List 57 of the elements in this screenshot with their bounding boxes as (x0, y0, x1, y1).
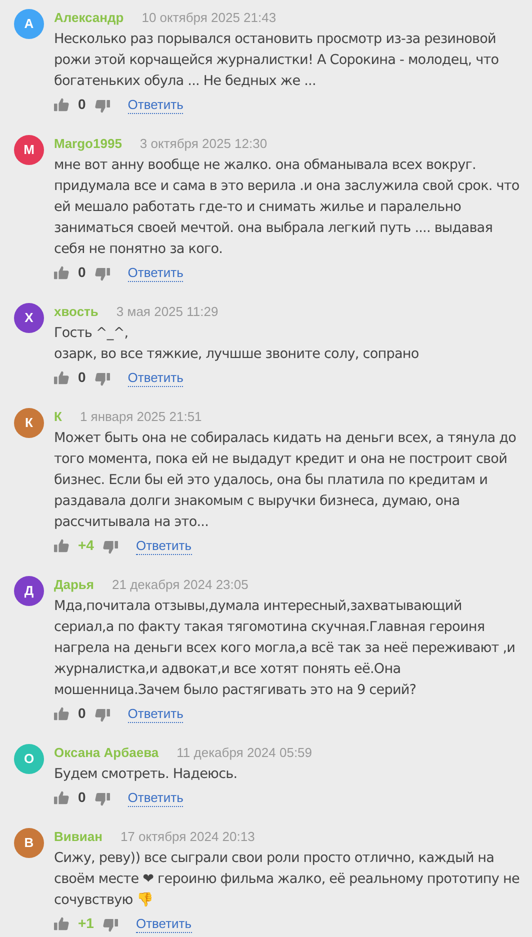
comment-date: 3 мая 2025 11:29 (116, 303, 218, 321)
vote-count: 0 (78, 704, 86, 722)
comment-text: мне вот анну вообще не жалко. она обманывала всех вокруг. придумала все и сама в это верила .и она заслужила свой срок. что ей мешало работать где-то и снимать жилье и паралельно заниматься своей мечтой. она выбрала легкий путь .... выдавая себя не понятно за кого. (54, 156, 520, 259)
reply-link[interactable]: Ответить (128, 96, 184, 114)
author-name: Дарья (54, 576, 94, 594)
comment-date: 11 декабря 2024 05:59 (176, 744, 312, 762)
thumbs-down-icon[interactable] (94, 98, 110, 114)
author-name: Margo1995 (54, 135, 122, 153)
reply-link[interactable]: Ответить (128, 790, 184, 806)
thumbs-down-icon[interactable] (94, 266, 110, 282)
author-name: хвость (54, 303, 98, 321)
vote-count: 0 (78, 368, 86, 386)
author-name: Александр (54, 9, 124, 27)
reply-link[interactable]: Ответить (128, 264, 184, 282)
author-name: К (54, 408, 62, 426)
comment-text: Гость ^_^, (54, 324, 130, 343)
thumbs-down-icon[interactable] (94, 792, 110, 806)
avatar: А (14, 9, 44, 39)
comment-text: Несколько раз порывался остановить просмотр из-за резиновой рожи этой корчащейся журналистки! А Сорокина - молодец, что богатеньких обула ... Не бедных же ... (54, 30, 500, 91)
thumbs-up-icon[interactable] (54, 370, 69, 384)
comment-text: Мда,почитала отзывы,думала интересный,захватывающий сериал,а по факту такая тягомотина скучная.Главная героиня нагрела на деньги всех кого могла,а всё так за неё переживают ,и журналистка,и адвокат,и все хотят понять её.Она мошенница.Зачем было растягивать это на 9 серий? (54, 597, 516, 700)
comment-text: Может быть она не собиралась кидать на деньги всех, а тянула до того момента, пока ей не выдадут кредит и она не построит свой бизнес. Если бы ей это удалось, она бы платила по кредитам и раздавала долги знакомым с выручки бизнеса, думаю, она рассчитывала на это... (54, 429, 518, 532)
avatar: Х (14, 303, 44, 333)
avatar: К (14, 408, 44, 438)
comment-date: 21 декабря 2024 23:05 (112, 576, 248, 594)
reply-link[interactable]: Ответить (136, 538, 192, 554)
comment-date: 1 января 2025 21:51 (80, 408, 202, 426)
avatar: M (14, 135, 44, 165)
vote-count: 0 (78, 262, 86, 282)
thumbs-up-icon[interactable] (54, 706, 69, 720)
reply-link[interactable]: Ответить (136, 916, 192, 932)
thumbs-down-icon[interactable] (94, 708, 110, 722)
vote-count: 0 (78, 94, 86, 114)
comment-text: Сижу, реву)) все сыграли свои роли просто отлично, каждый на своём месте ❤ героиню фильма жалко, её реальному прототипу не сочувствую 👎 (54, 849, 520, 910)
thumbs-up-icon[interactable] (54, 916, 69, 930)
thumbs-down-icon[interactable] (102, 540, 118, 554)
thumbs-up-icon[interactable] (54, 538, 69, 552)
author-name: Вивиан (54, 828, 102, 846)
comment-date: 3 октября 2025 12:30 (140, 135, 268, 153)
comment-text: Будем смотреть. Надеюсь. (54, 765, 238, 784)
author-name: Оксана Арбаева (54, 744, 159, 762)
comment-date: 10 октября 2025 21:43 (142, 9, 276, 27)
avatar: В (14, 828, 44, 858)
thumbs-up-icon[interactable] (54, 264, 69, 280)
thumbs-up-icon[interactable] (54, 96, 69, 112)
avatar: Д (14, 576, 44, 606)
thumbs-up-icon[interactable] (54, 790, 69, 804)
thumbs-down-icon[interactable] (94, 372, 110, 386)
vote-count: 0 (78, 788, 86, 806)
reply-link[interactable]: Ответить (128, 706, 184, 722)
vote-count: +1 (78, 914, 94, 932)
comment-text: озарк, во все тяжкие, лучшше звоните солу, сопрано (54, 345, 420, 364)
vote-count: +4 (78, 536, 94, 554)
thumbs-down-icon[interactable] (102, 918, 118, 932)
comment-date: 17 октября 2024 20:13 (120, 828, 255, 846)
avatar: О (14, 744, 44, 774)
reply-link[interactable]: Ответить (128, 370, 184, 386)
